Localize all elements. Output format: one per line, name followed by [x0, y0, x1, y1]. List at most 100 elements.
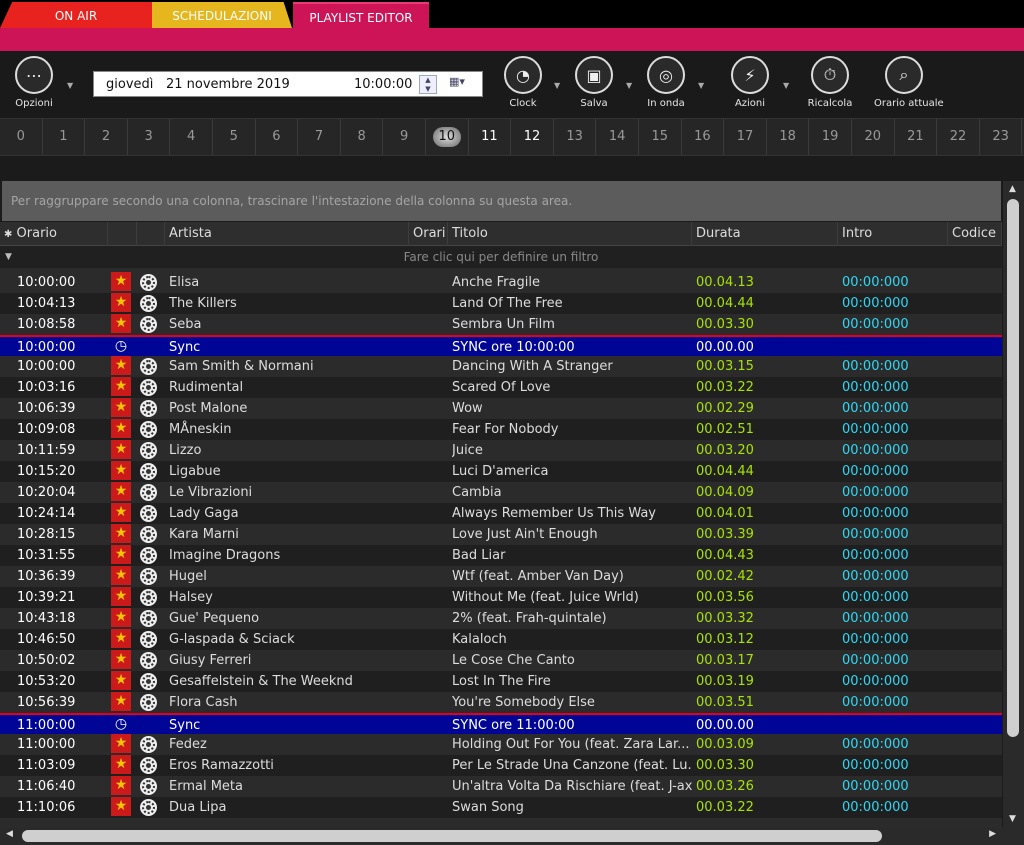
- hour-22[interactable]: 22: [937, 119, 980, 155]
- column-intro[interactable]: Intro: [838, 222, 948, 246]
- column-artista[interactable]: Artista: [165, 222, 409, 246]
- hour-5[interactable]: 5: [213, 119, 256, 155]
- tab-schedulazioni[interactable]: SCHEDULAZIONI: [152, 2, 292, 28]
- column-icon-1[interactable]: [108, 222, 137, 246]
- row-type-cell: ★: [111, 293, 133, 313]
- hour-2[interactable]: 2: [85, 119, 128, 155]
- current-time-button[interactable]: ⌕ Orario attuale: [874, 56, 944, 109]
- table-row[interactable]: 10:15:20 ★ Ligabue Luci D'america 00.04.44 00…: [0, 461, 1002, 482]
- clock-dropdown-icon[interactable]: ▼: [554, 81, 560, 90]
- save-button[interactable]: ▣ Salva: [564, 56, 624, 109]
- table-row[interactable]: 11:03:09 ★ Eros Ramazzotti Per Le Strade Un…: [0, 755, 1002, 776]
- table-row[interactable]: 10:11:59 ★ Lizzo Juice 00.03.20 00:00:000: [0, 440, 1002, 461]
- scroll-left-icon[interactable]: ◀: [6, 829, 13, 839]
- row-type-cell: ★: [111, 629, 133, 649]
- spin-up-icon[interactable]: ▲: [425, 76, 430, 84]
- column-orari[interactable]: Orari: [409, 222, 448, 246]
- recalc-button[interactable]: ⏱ Ricalcola: [800, 56, 860, 109]
- column-icon-2[interactable]: [137, 222, 165, 246]
- sync-row[interactable]: 11:00:00 ◷ Sync SYNC ore 11:00:00 00.00.00: [0, 713, 1002, 734]
- hour-13[interactable]: 13: [554, 119, 597, 155]
- hour-20[interactable]: 20: [852, 119, 895, 155]
- table-row[interactable]: 10:46:50 ★ G-laspada & Sciack Kalaloch 00.03…: [0, 629, 1002, 650]
- hour-label: 17: [736, 129, 754, 144]
- tab-playlist-editor[interactable]: PLAYLIST EDITOR: [293, 2, 429, 28]
- table-row[interactable]: 11:06:40 ★ Ermal Meta Un'altra Volta Da Ris…: [0, 776, 1002, 797]
- time-spinner[interactable]: ▲ ▼: [419, 75, 437, 94]
- hour-3[interactable]: 3: [128, 119, 171, 155]
- table-row[interactable]: 10:04:13 ★ The Killers Land Of The Free 00.0…: [0, 293, 1002, 314]
- datetime-picker[interactable]: giovedì 21 novembre 2019 10:00:00 ▲ ▼ ▦▾: [93, 71, 483, 97]
- hour-18[interactable]: 18: [767, 119, 810, 155]
- scroll-up-icon[interactable]: ▲: [1009, 184, 1016, 194]
- table-row[interactable]: 10:43:18 ★ Gue' Pequeno 2% (feat. Frah-quin…: [0, 608, 1002, 629]
- on-air-dropdown-icon[interactable]: ▼: [698, 81, 704, 90]
- table-row[interactable]: 10:31:55 ★ Imagine Dragons Bad Liar 00.04.43…: [0, 545, 1002, 566]
- time-value[interactable]: 10:00:00: [354, 77, 412, 92]
- group-by-panel[interactable]: Per raggruppare secondo una colonna, tra…: [2, 181, 1001, 221]
- hour-0[interactable]: 0: [0, 119, 43, 155]
- column-durata[interactable]: Durata: [692, 222, 838, 246]
- row-media-cell: [140, 524, 162, 545]
- table-row[interactable]: 10:06:39 ★ Post Malone Wow 00.02.29 00:00:000: [0, 398, 1002, 419]
- column-orario[interactable]: ✱ Orario: [0, 222, 108, 246]
- table-row[interactable]: 10:53:20 ★ Gesaffelstein & The Weeknd Lost …: [0, 671, 1002, 692]
- hour-12[interactable]: 12: [511, 119, 554, 155]
- star-icon: ★: [111, 482, 131, 501]
- filter-row[interactable]: ▼ Fare clic qui per definire un filtro: [0, 246, 1002, 268]
- hour-11[interactable]: 11: [469, 119, 512, 155]
- table-row[interactable]: 10:08:58 ★ Seba Sembra Un Film 00.03.30 00:00…: [0, 314, 1002, 335]
- options-button[interactable]: ⋯ Opzioni: [4, 56, 64, 109]
- hour-6[interactable]: 6: [256, 119, 299, 155]
- hour-16[interactable]: 16: [682, 119, 725, 155]
- hour-23[interactable]: 23: [980, 119, 1023, 155]
- table-row[interactable]: 10:24:14 ★ Lady Gaga Always Remember Us Thi…: [0, 503, 1002, 524]
- table-row[interactable]: 10:39:21 ★ Halsey Without Me (feat. Juice W…: [0, 587, 1002, 608]
- row-artist: Ermal Meta: [169, 779, 243, 794]
- hour-15[interactable]: 15: [639, 119, 682, 155]
- spin-down-icon[interactable]: ▼: [425, 85, 430, 93]
- table-row[interactable]: 11:10:06 ★ Dua Lipa Swan Song 00.03.22 00:00:…: [0, 797, 1002, 818]
- table-row[interactable]: 10:09:08 ★ MÅneskin Fear For Nobody 00.02.51…: [0, 419, 1002, 440]
- clock-icon: ◷: [114, 716, 128, 732]
- hour-9[interactable]: 9: [383, 119, 426, 155]
- table-row[interactable]: 10:28:15 ★ Kara Marni Love Just Ain't Enoug…: [0, 524, 1002, 545]
- table-row[interactable]: 10:00:00 ★ Sam Smith & Normani Dancing With…: [0, 356, 1002, 377]
- hour-8[interactable]: 8: [341, 119, 384, 155]
- actions-dropdown-icon[interactable]: ▼: [783, 81, 789, 90]
- table-row[interactable]: 10:00:00 ★ Elisa Anche Fragile 00.04.13 00:00…: [0, 272, 1002, 293]
- column-codice[interactable]: Codice: [948, 222, 1002, 246]
- row-duration: 00.04.01: [696, 506, 754, 521]
- hour-14[interactable]: 14: [596, 119, 639, 155]
- sync-row[interactable]: 10:00:00 ◷ Sync SYNC ore 10:00:00 00.00.00: [0, 335, 1002, 356]
- row-title: Juice: [452, 443, 483, 458]
- hour-10[interactable]: 10: [426, 119, 469, 155]
- vertical-scroll-thumb[interactable]: [1007, 199, 1019, 737]
- options-dropdown-icon[interactable]: ▼: [67, 81, 73, 90]
- table-row[interactable]: 10:03:16 ★ Rudimental Scared Of Love 00.03.2…: [0, 377, 1002, 398]
- vertical-scrollbar[interactable]: ▲ ▼: [1003, 181, 1024, 827]
- hour-17[interactable]: 17: [724, 119, 767, 155]
- horizontal-scrollbar[interactable]: ◀ ▶: [0, 827, 1024, 845]
- hour-1[interactable]: 1: [43, 119, 86, 155]
- tab-on-air[interactable]: ON AIR: [0, 2, 152, 28]
- hour-21[interactable]: 21: [895, 119, 938, 155]
- table-row[interactable]: 11:00:00 ★ Fedez Holding Out For You (feat.…: [0, 734, 1002, 755]
- on-air-button[interactable]: ◎ In onda: [636, 56, 696, 109]
- table-row[interactable]: 10:56:39 ★ Flora Cash You're Somebody Else 0…: [0, 692, 1002, 713]
- horizontal-scroll-thumb[interactable]: [22, 830, 882, 842]
- hour-7[interactable]: 7: [298, 119, 341, 155]
- column-titolo[interactable]: Titolo: [448, 222, 692, 246]
- hour-19[interactable]: 19: [809, 119, 852, 155]
- calendar-dropdown-icon[interactable]: ▦▾: [449, 75, 475, 94]
- scroll-right-icon[interactable]: ▶: [989, 829, 996, 839]
- actions-button[interactable]: ⚡ Azioni: [720, 56, 780, 109]
- save-dropdown-icon[interactable]: ▼: [626, 81, 632, 90]
- scroll-down-icon[interactable]: ▼: [1009, 814, 1016, 824]
- hour-4[interactable]: 4: [170, 119, 213, 155]
- hour-label: 3: [144, 129, 153, 144]
- table-row[interactable]: 10:50:02 ★ Giusy Ferreri Le Cose Che Canto 0…: [0, 650, 1002, 671]
- table-row[interactable]: 10:36:39 ★ Hugel Wtf (feat. Amber Van Day) 0…: [0, 566, 1002, 587]
- clock-button[interactable]: ◔ Clock: [493, 56, 553, 109]
- table-row[interactable]: 10:20:04 ★ Le Vibrazioni Cambia 00.04.09 00:0…: [0, 482, 1002, 503]
